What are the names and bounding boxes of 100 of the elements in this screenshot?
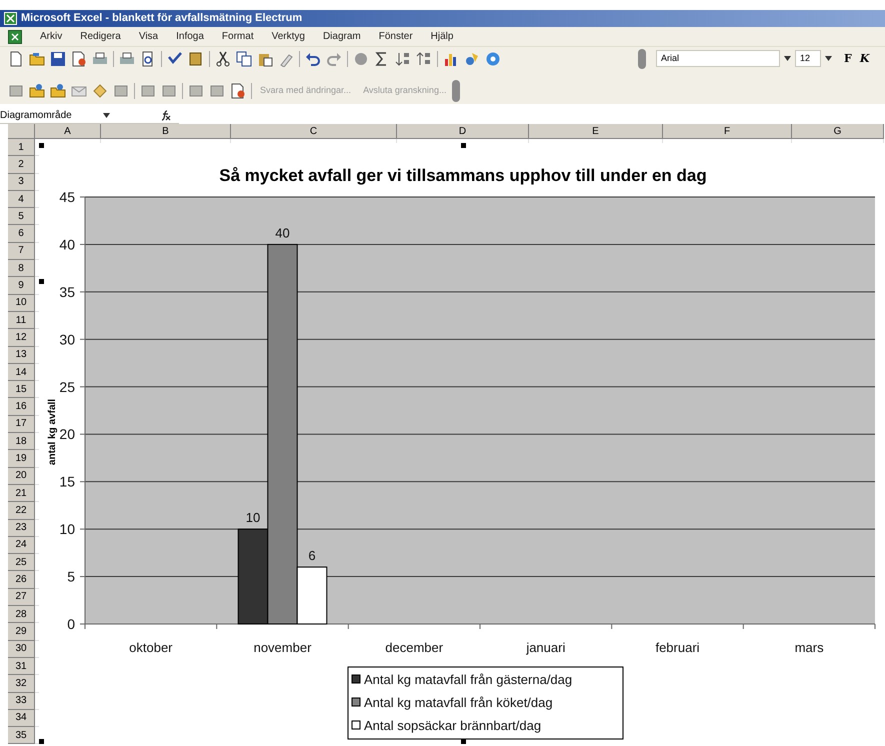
dropdown-icon[interactable]	[825, 56, 832, 61]
help-icon[interactable]	[485, 50, 501, 66]
selection-handle[interactable]	[39, 143, 44, 148]
window-title: Microsoft Excel - blankett för avfallsmätning Electrum	[21, 11, 302, 26]
row-header[interactable]: 23	[8, 520, 35, 537]
row-header[interactable]: 12	[8, 329, 35, 347]
selection-handle[interactable]	[39, 739, 44, 744]
column-header[interactable]: D	[397, 124, 529, 139]
selection-handle[interactable]	[461, 739, 466, 744]
tick-label: 5	[67, 568, 75, 585]
row-header[interactable]: 30	[8, 640, 35, 658]
row-header[interactable]: 22	[8, 502, 35, 520]
row-header[interactable]: 2	[8, 156, 35, 174]
column-header[interactable]: G	[792, 124, 884, 139]
menu-item[interactable]: Format	[222, 29, 254, 44]
row-header[interactable]: 19	[8, 450, 35, 468]
dropdown-icon[interactable]	[784, 56, 791, 61]
tick-label: 30	[59, 331, 75, 348]
sort-ascending-icon[interactable]	[395, 50, 411, 66]
row-header[interactable]: 11	[8, 312, 35, 330]
category-label: oktober	[129, 640, 173, 655]
spelling-icon[interactable]	[167, 50, 183, 66]
row-header[interactable]: 25	[8, 554, 35, 572]
save-icon[interactable]	[50, 50, 66, 66]
category-label: mars	[794, 640, 824, 655]
row-header[interactable]: 9	[8, 277, 35, 295]
row-header[interactable]: 4	[8, 190, 35, 208]
row-header[interactable]: 15	[8, 381, 35, 398]
dropdown-icon[interactable]	[103, 113, 110, 118]
row-header[interactable]: 33	[8, 692, 35, 710]
copy-icon[interactable]	[236, 50, 252, 66]
redo-icon[interactable]	[326, 50, 342, 66]
column-header[interactable]: B	[101, 124, 231, 139]
axis-label: antal kg avfall	[47, 398, 58, 466]
menu-item[interactable]: Hjälp	[430, 29, 454, 44]
selection-handle[interactable]	[39, 279, 44, 284]
row-header[interactable]: 14	[8, 364, 35, 382]
row-header[interactable]: 7	[8, 242, 35, 260]
sort-descending-icon[interactable]	[416, 50, 432, 66]
printer-icon[interactable]	[119, 50, 135, 66]
row-header[interactable]: 26	[8, 571, 35, 589]
bold-button[interactable]: F	[844, 53, 852, 64]
toolbar-handle[interactable]	[452, 80, 460, 102]
tick-label: 25	[59, 378, 75, 395]
name-box[interactable]: Diagramområde	[0, 108, 114, 124]
row-header[interactable]: 29	[8, 623, 35, 641]
tick-label: 0	[67, 616, 75, 632]
row-header[interactable]: 3	[8, 174, 35, 191]
italic-button[interactable]: K	[860, 53, 870, 64]
column-header[interactable]: A	[35, 124, 101, 139]
data-label: 40	[275, 225, 290, 240]
tick-label: 45	[59, 189, 75, 205]
folder-icon[interactable]	[29, 83, 45, 99]
row-header[interactable]: 10	[8, 294, 35, 312]
row-header[interactable]: 34	[8, 710, 35, 728]
font-name-field[interactable]: Arial	[656, 50, 780, 67]
row-header[interactable]: 8	[8, 260, 35, 278]
data-label: 6	[308, 548, 316, 564]
tick-label: 15	[59, 474, 75, 490]
font-size-field[interactable]: 12	[795, 50, 821, 67]
workbook-icon[interactable]	[8, 30, 22, 44]
row-header[interactable]: 5	[8, 208, 35, 226]
row-header[interactable]: 21	[8, 484, 35, 502]
column-header[interactable]: C	[231, 124, 397, 139]
row-header[interactable]: 28	[8, 606, 35, 624]
row-header[interactable]: 27	[8, 588, 35, 606]
tick-label: 40	[59, 236, 75, 252]
scissors-icon[interactable]	[215, 50, 231, 66]
row-header[interactable]: 13	[8, 346, 35, 364]
menu-item[interactable]: Infoga	[176, 29, 204, 44]
row-header[interactable]: 20	[8, 468, 35, 485]
shapes-icon[interactable]	[464, 50, 480, 66]
menu-item[interactable]: Fönster	[378, 29, 413, 44]
folder-icon[interactable]	[29, 50, 45, 66]
undo-icon[interactable]	[305, 50, 321, 66]
row-header[interactable]: 32	[8, 675, 35, 692]
row-header[interactable]: 6	[8, 225, 35, 243]
select-all-corner[interactable]	[8, 124, 35, 139]
row-header[interactable]: 18	[8, 433, 35, 450]
function-icon[interactable]	[161, 110, 171, 121]
category-label: november	[254, 640, 312, 655]
row-header[interactable]: 35	[8, 727, 35, 744]
selection-handle[interactable]	[461, 143, 466, 148]
folder-icon[interactable]	[50, 83, 66, 99]
row-header[interactable]: 1	[8, 139, 35, 156]
toolbar-handle[interactable]	[638, 48, 646, 68]
spreadsheet-app-icon	[4, 12, 17, 25]
row-header[interactable]: 16	[8, 398, 35, 416]
menu-item[interactable]: Redigera	[80, 29, 121, 44]
printer-icon[interactable]	[92, 50, 108, 66]
column-header[interactable]: E	[529, 124, 663, 139]
menu-item[interactable]: Arkiv	[40, 29, 62, 44]
menu-item[interactable]: Diagram	[322, 29, 361, 44]
column-header[interactable]: F	[663, 124, 792, 139]
menu-item[interactable]: Verktyg	[272, 29, 305, 44]
row-header[interactable]: 17	[8, 416, 35, 434]
row-header[interactable]: 24	[8, 536, 35, 554]
new-document-icon[interactable]	[8, 50, 24, 66]
row-header[interactable]: 31	[8, 658, 35, 676]
menu-item[interactable]: Visa	[138, 29, 158, 44]
